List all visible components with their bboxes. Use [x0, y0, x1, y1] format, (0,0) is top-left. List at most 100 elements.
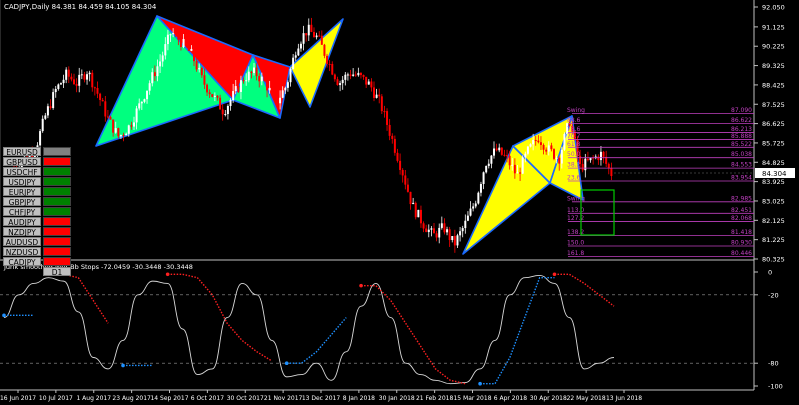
- time-tick-label: 6 Apr 2018: [494, 395, 527, 402]
- pair-button[interactable]: EURJPY: [3, 186, 41, 197]
- candle-body: [70, 76, 73, 80]
- fib-level-price: 85.038: [731, 151, 752, 158]
- candle-body: [258, 76, 261, 82]
- stop-line-blue: [286, 317, 347, 364]
- candle-body: [586, 158, 589, 161]
- target-zone-box: [580, 189, 615, 236]
- pair-button[interactable]: NZDUSD: [3, 246, 41, 257]
- candle-body: [315, 35, 318, 38]
- candle-body: [96, 88, 99, 94]
- candle-body: [341, 79, 344, 84]
- candle-body: [550, 145, 553, 150]
- stop-line-red-start: [552, 272, 557, 277]
- candle-body: [417, 209, 420, 218]
- time-tick-label: 15 Mar 2018: [453, 395, 491, 402]
- candle-body: [430, 228, 433, 230]
- time-tick-label: 13 Jun 2018: [606, 395, 642, 402]
- candle-body: [477, 192, 480, 204]
- candle-body: [555, 157, 558, 159]
- candle-body: [200, 67, 203, 76]
- candle-body: [435, 233, 438, 238]
- candle-body: [396, 152, 399, 161]
- candle-body: [474, 203, 477, 207]
- pair-row: GBPJPY: [3, 196, 73, 207]
- candle-body: [331, 63, 334, 75]
- candle-body: [537, 140, 540, 143]
- candle-body: [302, 33, 305, 44]
- candle-body: [339, 83, 342, 85]
- candle-body: [524, 153, 527, 158]
- harmonic-patterns: [95, 15, 584, 255]
- candle-body: [401, 169, 404, 176]
- time-tick-label: 30 Jan 2018: [379, 395, 415, 402]
- fib-level-price: 82.068: [731, 215, 752, 222]
- candle-body: [117, 128, 120, 137]
- indicator-levels: [0, 294, 754, 364]
- indicator-lines: [2, 272, 615, 386]
- fib-level-price: 83.954: [731, 175, 752, 182]
- candle-body: [195, 61, 198, 70]
- price-panel[interactable]: Swing 87.090 88.6 86.622 78.6 86.213 70.7 85.88…: [0, 0, 795, 390]
- indicator-tick-label: -20: [768, 291, 779, 299]
- chart-canvas[interactable]: Swing 87.090 88.6 86.622 78.6 86.213 70.7 85.88…: [0, 0, 799, 405]
- candle-body: [399, 160, 402, 170]
- candle-body: [260, 76, 263, 82]
- candle-body: [472, 206, 475, 209]
- stop-line-blue-start: [121, 363, 125, 368]
- fib-level-price: 80.930: [731, 239, 752, 246]
- candle-body: [119, 134, 122, 137]
- candle-body: [146, 90, 149, 100]
- pair-row: CHFJPY: [3, 206, 73, 217]
- pair-button[interactable]: EURUSD: [3, 146, 41, 157]
- candle-body: [453, 236, 456, 246]
- candle-body: [602, 151, 605, 157]
- fib-level-pct: Swing: [567, 107, 585, 114]
- candle-body: [59, 83, 62, 85]
- candle-body: [242, 80, 245, 82]
- candle-body: [529, 144, 532, 147]
- candle-body: [378, 94, 381, 97]
- candle-body: [307, 24, 310, 36]
- candle-body: [67, 69, 70, 77]
- candle-body: [179, 39, 182, 48]
- pair-button[interactable]: GBPJPY: [3, 196, 41, 207]
- candle-body: [440, 223, 443, 228]
- candle-body: [245, 80, 248, 82]
- candle-body: [414, 202, 417, 218]
- price-tick-label: 83.025: [762, 197, 785, 205]
- candle-body: [333, 74, 336, 80]
- candle-body: [427, 229, 430, 233]
- pair-button[interactable]: USDCHF: [3, 166, 41, 177]
- indicator-panel[interactable]: Jurik smoothed Wpr Bb Stops -72.0459 -30…: [0, 263, 783, 391]
- pair-button[interactable]: GBPUSD: [3, 156, 41, 167]
- candle-body: [545, 149, 548, 152]
- timeframe-button[interactable]: D1: [43, 266, 71, 277]
- fib-level-pct: 23.6: [567, 175, 581, 182]
- pair-strength-indicator: [43, 146, 71, 156]
- pair-button[interactable]: AUDJPY: [3, 216, 41, 227]
- pair-button[interactable]: AUDUSD: [3, 236, 41, 247]
- candle-body: [86, 74, 89, 80]
- candle-body: [357, 72, 360, 76]
- candle-body: [122, 134, 125, 136]
- candle-body: [75, 84, 78, 86]
- pair-strength-indicator: [43, 226, 71, 236]
- candle-body: [482, 172, 485, 184]
- pair-button[interactable]: CADJPY: [3, 256, 41, 267]
- pair-button[interactable]: CHFJPY: [3, 206, 41, 217]
- candle-body: [375, 94, 378, 98]
- candle-body: [130, 125, 133, 127]
- pair-row: AUDJPY: [3, 216, 73, 227]
- candle-body: [159, 61, 162, 67]
- stop-line-blue-start: [2, 313, 6, 318]
- pair-button[interactable]: NZDJPY: [3, 226, 41, 237]
- indicator-tick-label: -100: [768, 383, 783, 391]
- fib-level-price: 84.553: [731, 162, 752, 169]
- pair-button[interactable]: USDJPY: [3, 176, 41, 187]
- candle-body: [208, 92, 211, 95]
- candle-body: [513, 164, 516, 174]
- pair-row: AUDUSD: [3, 236, 73, 247]
- candle-body: [443, 223, 446, 233]
- candle-body: [161, 55, 164, 62]
- fib-level-pct: 61.8: [567, 141, 581, 148]
